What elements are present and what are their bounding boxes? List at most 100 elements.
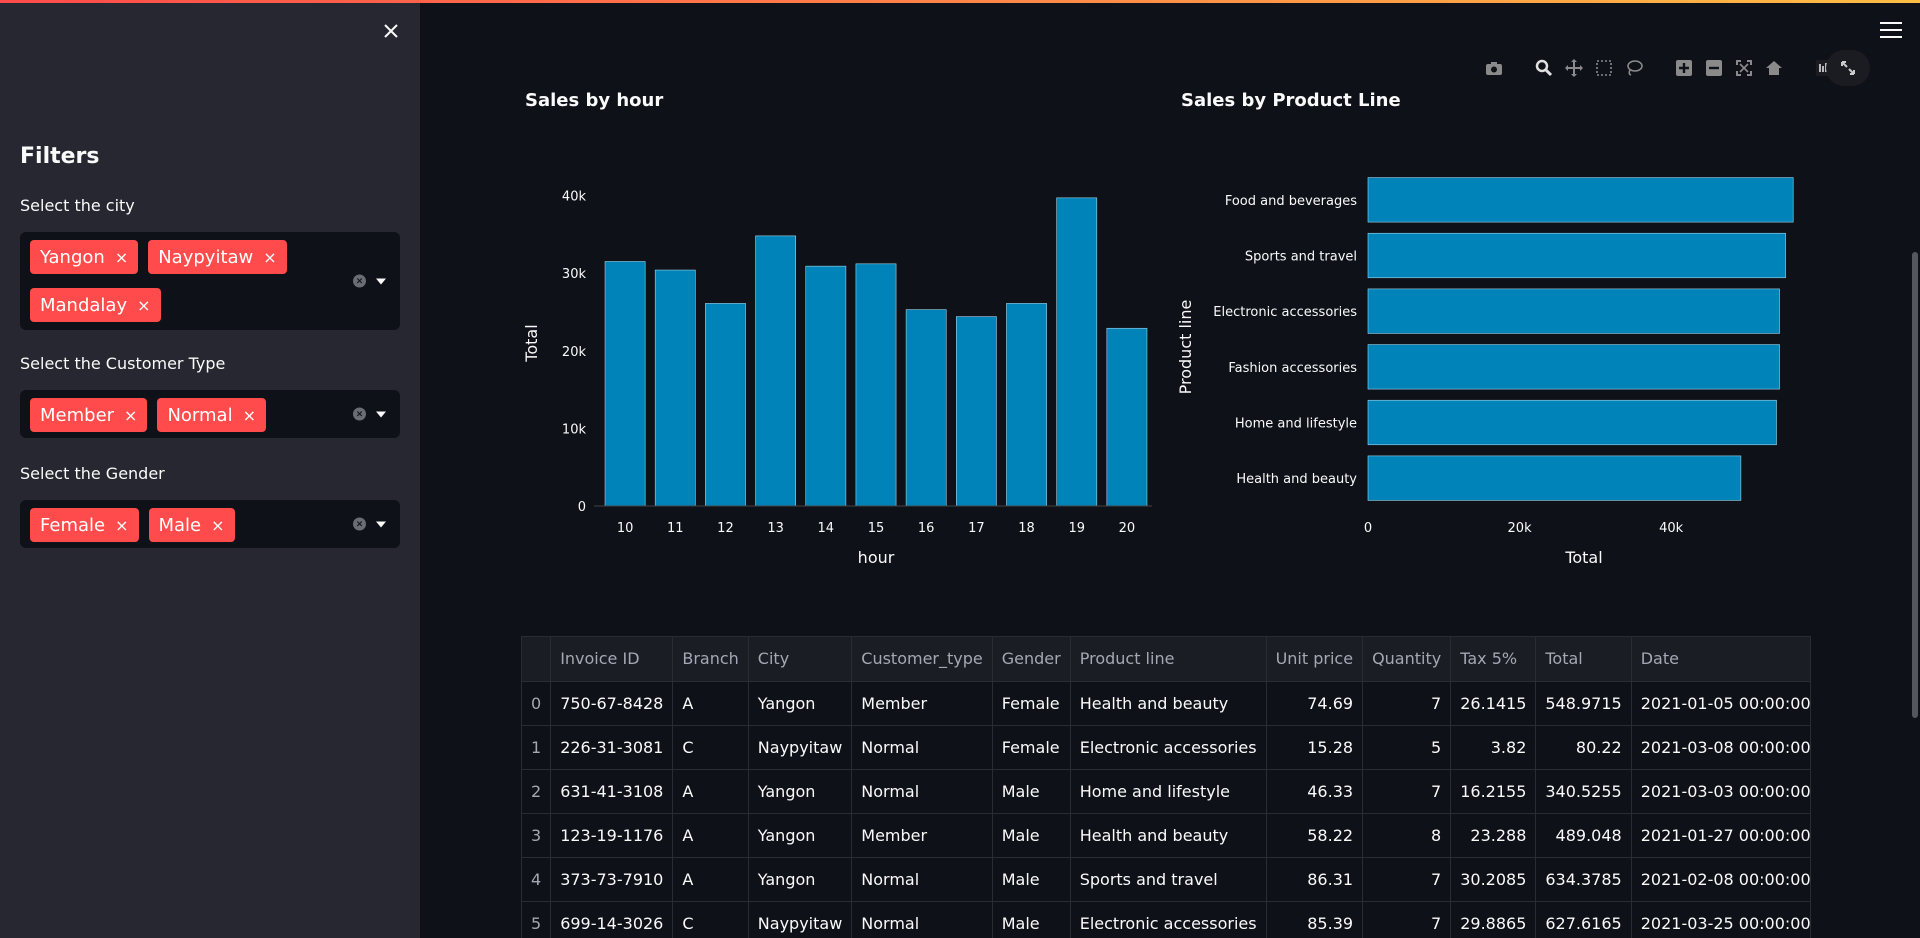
- table-cell[interactable]: Yangon: [748, 769, 853, 814]
- column-header[interactable]: [522, 637, 552, 682]
- table-cell[interactable]: 23.288: [1450, 813, 1537, 858]
- table-cell[interactable]: Electronic accessories: [1070, 901, 1267, 938]
- page-scrollbar[interactable]: [1912, 252, 1918, 718]
- remove-tag-icon[interactable]: ×: [124, 406, 137, 425]
- table-cell[interactable]: 29.8865: [1450, 901, 1537, 938]
- table-cell[interactable]: C: [672, 901, 749, 938]
- table-cell[interactable]: 7: [1362, 769, 1452, 814]
- autoscale-icon[interactable]: [1732, 56, 1756, 80]
- table-cell[interactable]: Normal: [851, 901, 993, 938]
- table-cell[interactable]: 750-67-8428: [550, 681, 674, 726]
- column-header[interactable]: City: [748, 637, 853, 682]
- chevron-down-icon[interactable]: [376, 521, 386, 527]
- table-cell[interactable]: Home and lifestyle: [1070, 769, 1267, 814]
- column-header[interactable]: Quantity: [1362, 637, 1452, 682]
- zoom-icon[interactable]: [1532, 56, 1556, 80]
- column-header[interactable]: Branch: [672, 637, 749, 682]
- remove-tag-icon[interactable]: ×: [115, 248, 128, 267]
- row-index[interactable]: 3: [522, 813, 552, 858]
- table-cell[interactable]: Health and beauty: [1070, 813, 1267, 858]
- bar-product-line[interactable]: [1367, 232, 1786, 279]
- clear-all-icon[interactable]: ×: [353, 274, 366, 288]
- table-cell[interactable]: 2021-03-08 00:00:00: [1631, 725, 1810, 770]
- table-cell[interactable]: Electronic accessories: [1070, 725, 1267, 770]
- table-cell[interactable]: Sports and travel: [1070, 857, 1267, 902]
- table-cell[interactable]: 8: [1362, 813, 1452, 858]
- table-cell[interactable]: Yangon: [748, 813, 853, 858]
- reset-axes-icon[interactable]: [1762, 56, 1786, 80]
- table-cell[interactable]: Male: [992, 813, 1071, 858]
- table-cell[interactable]: 2021-02-08 00:00:00: [1631, 857, 1810, 902]
- tag-female[interactable]: Female ×: [30, 508, 139, 542]
- table-cell[interactable]: Yangon: [748, 681, 853, 726]
- table-cell[interactable]: 86.31: [1266, 857, 1364, 902]
- table-cell[interactable]: 3.82: [1450, 725, 1537, 770]
- column-header[interactable]: Product line: [1070, 637, 1267, 682]
- table-cell[interactable]: 2021-03-03 00:00:00: [1631, 769, 1810, 814]
- table-cell[interactable]: 2021-03-25 00:00:00: [1631, 901, 1810, 938]
- column-header[interactable]: Total: [1535, 637, 1632, 682]
- column-header[interactable]: Date: [1631, 637, 1810, 682]
- table-cell[interactable]: Health and beauty: [1070, 681, 1267, 726]
- table-row[interactable]: 5 699-14-3026 C Naypyitaw Normal Male Electron…: [522, 901, 1810, 938]
- bar-product-line[interactable]: [1367, 177, 1794, 223]
- row-index[interactable]: 2: [522, 769, 552, 814]
- lasso-icon[interactable]: [1622, 56, 1646, 80]
- table-cell[interactable]: Member: [851, 681, 993, 726]
- bar-hour-19[interactable]: [1056, 197, 1098, 507]
- remove-tag-icon[interactable]: ×: [243, 406, 256, 425]
- table-cell[interactable]: 123-19-1176: [550, 813, 674, 858]
- remove-tag-icon[interactable]: ×: [137, 296, 150, 315]
- tag-member[interactable]: Member ×: [30, 398, 148, 432]
- table-cell[interactable]: C: [672, 725, 749, 770]
- column-header[interactable]: Tax 5%: [1450, 637, 1537, 682]
- table-cell[interactable]: Female: [992, 725, 1071, 770]
- column-header[interactable]: Unit price: [1266, 637, 1364, 682]
- table-cell[interactable]: 16.2155: [1450, 769, 1537, 814]
- table-cell[interactable]: 340.5255: [1535, 769, 1632, 814]
- zoom-in-icon[interactable]: [1672, 56, 1696, 80]
- table-cell[interactable]: 489.048: [1535, 813, 1632, 858]
- clear-all-icon[interactable]: ×: [353, 517, 366, 531]
- table-cell[interactable]: Male: [992, 857, 1071, 902]
- table-cell[interactable]: A: [672, 769, 749, 814]
- bar-hour-14[interactable]: [805, 265, 847, 507]
- table-row[interactable]: 3 123-19-1176 A Yangon Member Male Health and …: [522, 813, 1810, 858]
- tag-normal[interactable]: Normal ×: [157, 398, 266, 432]
- bar-hour-16[interactable]: [905, 309, 947, 507]
- city-multiselect[interactable]: Yangon × Naypyitaw × Mandalay × ×: [20, 232, 400, 330]
- chevron-down-icon[interactable]: [376, 278, 386, 284]
- table-cell[interactable]: A: [672, 681, 749, 726]
- bar-product-line[interactable]: [1367, 288, 1780, 334]
- table-cell[interactable]: Naypyitaw: [748, 725, 853, 770]
- clear-all-icon[interactable]: ×: [353, 407, 366, 421]
- tag-naypyitaw[interactable]: Naypyitaw ×: [148, 240, 287, 274]
- table-cell[interactable]: 80.22: [1535, 725, 1632, 770]
- column-header[interactable]: Customer_type: [851, 637, 993, 682]
- zoom-out-icon[interactable]: [1702, 56, 1726, 80]
- table-cell[interactable]: 7: [1362, 901, 1452, 938]
- table-cell[interactable]: 2021-01-27 00:00:00: [1631, 813, 1810, 858]
- tag-male[interactable]: Male ×: [148, 508, 235, 542]
- table-cell[interactable]: 5: [1362, 725, 1452, 770]
- row-index[interactable]: 1: [522, 725, 552, 770]
- table-row[interactable]: 0 750-67-8428 A Yangon Member Female Health an…: [522, 681, 1810, 726]
- remove-tag-icon[interactable]: ×: [115, 516, 128, 535]
- table-cell[interactable]: 74.69: [1266, 681, 1364, 726]
- remove-tag-icon[interactable]: ×: [263, 248, 276, 267]
- table-cell[interactable]: 631-41-3108: [550, 769, 674, 814]
- table-cell[interactable]: Normal: [851, 857, 993, 902]
- table-cell[interactable]: Normal: [851, 725, 993, 770]
- chevron-down-icon[interactable]: [376, 411, 386, 417]
- bar-hour-17[interactable]: [955, 316, 997, 507]
- row-index[interactable]: 5: [522, 901, 552, 938]
- data-table[interactable]: Invoice ID Branch City Customer_type Gender P…: [521, 636, 1811, 938]
- table-cell[interactable]: Male: [992, 901, 1071, 938]
- gender-multiselect[interactable]: Female × Male × ×: [20, 500, 400, 548]
- table-cell[interactable]: Yangon: [748, 857, 853, 902]
- sales-by-product-chart[interactable]: Food and beverages Sports and travel Elect…: [1175, 160, 1815, 570]
- table-cell[interactable]: 15.28: [1266, 725, 1364, 770]
- bar-product-line[interactable]: [1367, 344, 1780, 390]
- table-cell[interactable]: 26.1415: [1450, 681, 1537, 726]
- table-cell[interactable]: 7: [1362, 857, 1452, 902]
